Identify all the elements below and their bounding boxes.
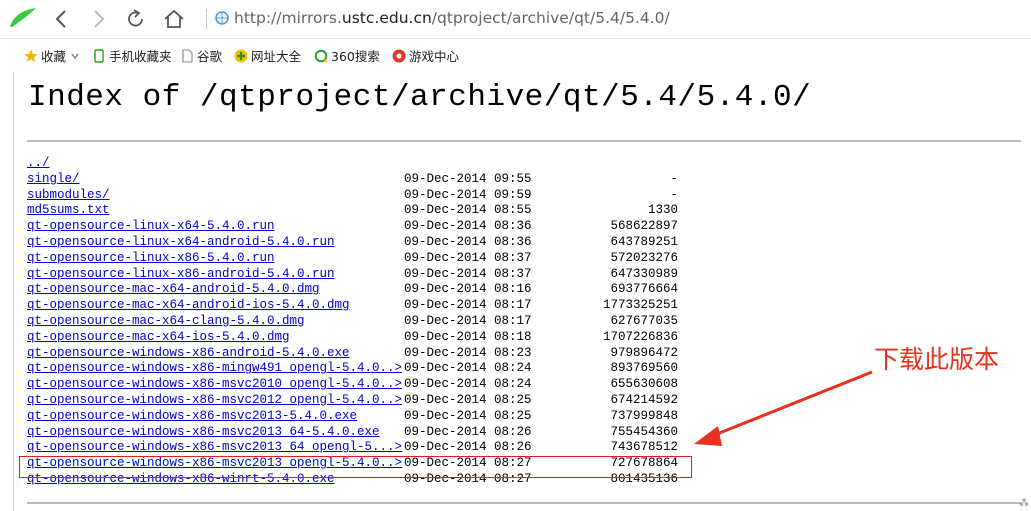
reload-icon <box>128 9 143 27</box>
page-icon <box>182 48 193 63</box>
file-size: - <box>670 171 678 186</box>
search360-icon <box>314 49 328 63</box>
page-left-border <box>13 72 14 511</box>
forward-button[interactable] <box>86 7 110 31</box>
file-date: 09-Dec-2014 08:24 <box>404 361 532 376</box>
file-size: 1773325251 <box>602 298 678 313</box>
globe-icon <box>215 11 229 25</box>
file-link[interactable]: qt-opensource-windows-x86-android-5.4.0.… <box>27 346 350 362</box>
file-link[interactable]: qt-opensource-linux-x86-5.4.0.run <box>27 251 275 267</box>
file-date: 09-Dec-2014 08:26 <box>404 424 532 439</box>
phone-icon <box>94 48 104 63</box>
bookmark-mobile[interactable]: 手机收藏夹 <box>92 46 172 65</box>
bookmark-label: 谷歌 <box>197 49 223 64</box>
file-size: 674214592 <box>610 392 678 407</box>
file-size: 743678512 <box>610 440 678 455</box>
reload-button[interactable] <box>124 7 148 31</box>
file-size: 1707226836 <box>602 329 678 344</box>
browser-toolbar: http://mirrors.ustc.edu.cn/qtproject/arc… <box>0 0 1031 38</box>
file-size: 627677035 <box>610 313 678 328</box>
file-link[interactable]: ../ <box>27 156 50 172</box>
file-link[interactable]: md5sums.txt <box>27 203 110 219</box>
bookmark-game-center[interactable]: 游戏中心 <box>392 46 459 65</box>
file-date: 09-Dec-2014 08:17 <box>404 298 532 313</box>
chevron-down-icon <box>71 53 79 59</box>
file-size: 693776664 <box>610 282 678 297</box>
file-link[interactable]: qt-opensource-windows-x86-msvc2010_openg… <box>27 377 402 393</box>
file-date: 09-Dec-2014 08:25 <box>404 392 532 407</box>
file-date: 09-Dec-2014 08:16 <box>404 282 532 297</box>
file-date: 09-Dec-2014 08:26 <box>404 440 532 455</box>
address-bar[interactable]: http://mirrors.ustc.edu.cn/qtproject/arc… <box>234 7 670 29</box>
file-link[interactable]: qt-opensource-linux-x86-android-5.4.0.ru… <box>27 267 335 283</box>
resize-grip[interactable]: ⁂ <box>1019 498 1029 509</box>
file-size: 647330989 <box>610 266 678 281</box>
file-link[interactable]: single/ <box>27 172 80 188</box>
file-link[interactable]: qt-opensource-windows-x86-msvc2013_64_op… <box>27 440 402 456</box>
file-date: 09-Dec-2014 08:55 <box>404 203 532 218</box>
file-date: 09-Dec-2014 09:55 <box>404 171 532 186</box>
file-size: 572023276 <box>610 250 678 265</box>
browser-logo-icon <box>10 8 36 27</box>
bookmark-label: 360搜索 <box>331 49 380 64</box>
file-date: 09-Dec-2014 08:37 <box>404 266 532 281</box>
file-link[interactable]: submodules/ <box>27 188 110 204</box>
top-rule <box>27 140 1021 142</box>
file-date: 09-Dec-2014 09:59 <box>404 187 532 202</box>
toolbar-separator <box>206 9 207 29</box>
file-size: 893769560 <box>610 361 678 376</box>
site-guide-icon <box>234 49 248 62</box>
chevron-left-icon <box>55 10 66 28</box>
file-date: 09-Dec-2014 08:36 <box>404 219 532 234</box>
file-link[interactable]: qt-opensource-windows-x86-mingw491_openg… <box>27 361 402 377</box>
file-link[interactable]: qt-opensource-mac-x64-android-5.4.0.dmg <box>27 282 320 298</box>
chevron-right-icon <box>94 10 105 28</box>
file-date: 09-Dec-2014 08:37 <box>404 250 532 265</box>
file-date: 09-Dec-2014 08:18 <box>404 329 532 344</box>
file-date: 09-Dec-2014 08:23 <box>404 345 532 360</box>
annotation-label: 下载此版本 <box>874 345 1000 374</box>
file-size: 643789251 <box>610 234 678 249</box>
bookmark-site-guide[interactable]: 网址大全 <box>234 46 301 65</box>
home-icon <box>164 9 184 28</box>
file-size: 979896472 <box>610 345 678 360</box>
file-link[interactable]: qt-opensource-windows-x86-msvc2012_openg… <box>27 393 402 409</box>
file-size: 737999848 <box>610 408 678 423</box>
file-size: - <box>670 187 678 202</box>
file-date: 09-Dec-2014 08:25 <box>404 408 532 423</box>
star-icon <box>24 49 38 62</box>
bookmark-favorites[interactable]: 收藏 <box>24 46 81 65</box>
bookmark-google[interactable]: 谷歌 <box>180 46 222 65</box>
file-link[interactable]: qt-opensource-mac-x64-android-ios-5.4.0.… <box>27 298 350 314</box>
file-date: 09-Dec-2014 08:24 <box>404 377 532 392</box>
file-size: 1330 <box>647 203 678 218</box>
file-size: 755454360 <box>610 424 678 439</box>
file-size: 568622897 <box>610 219 678 234</box>
page-title: Index of /qtproject/archive/qt/5.4/5.4.0… <box>28 80 812 115</box>
file-link[interactable]: qt-opensource-mac-x64-clang-5.4.0.dmg <box>27 314 305 330</box>
address-host: ustc.edu.cn <box>341 9 432 27</box>
bookmark-label: 收藏 <box>41 49 67 64</box>
file-date: 09-Dec-2014 08:17 <box>404 313 532 328</box>
home-button[interactable] <box>162 7 186 31</box>
address-prefix: http://mirrors. <box>234 9 342 27</box>
bookmarks-bar: 收藏 手机收藏夹 谷歌 网址大全 360搜索 游戏中心 <box>0 39 1031 71</box>
bookmark-label: 游戏中心 <box>409 49 460 64</box>
file-link[interactable]: qt-opensource-linux-x64-5.4.0.run <box>27 219 275 235</box>
file-link[interactable]: qt-opensource-windows-x86-msvc2013_64-5.… <box>27 425 380 441</box>
bookmark-label: 手机收藏夹 <box>109 49 172 64</box>
file-link[interactable]: qt-opensource-mac-x64-ios-5.4.0.dmg <box>27 330 290 346</box>
bookmark-360-search[interactable]: 360搜索 <box>314 46 380 65</box>
highlight-box <box>19 456 692 478</box>
bottom-rule <box>27 502 1021 504</box>
file-link[interactable]: qt-opensource-windows-x86-msvc2013-5.4.0… <box>27 409 357 425</box>
back-button[interactable] <box>50 7 74 31</box>
address-path: /qtproject/archive/qt/5.4/5.4.0/ <box>431 9 670 27</box>
game-icon <box>392 49 406 62</box>
bookmark-label: 网址大全 <box>251 49 302 64</box>
file-size: 655630608 <box>610 377 678 392</box>
file-link[interactable]: qt-opensource-linux-x64-android-5.4.0.ru… <box>27 235 335 251</box>
file-date: 09-Dec-2014 08:36 <box>404 234 532 249</box>
